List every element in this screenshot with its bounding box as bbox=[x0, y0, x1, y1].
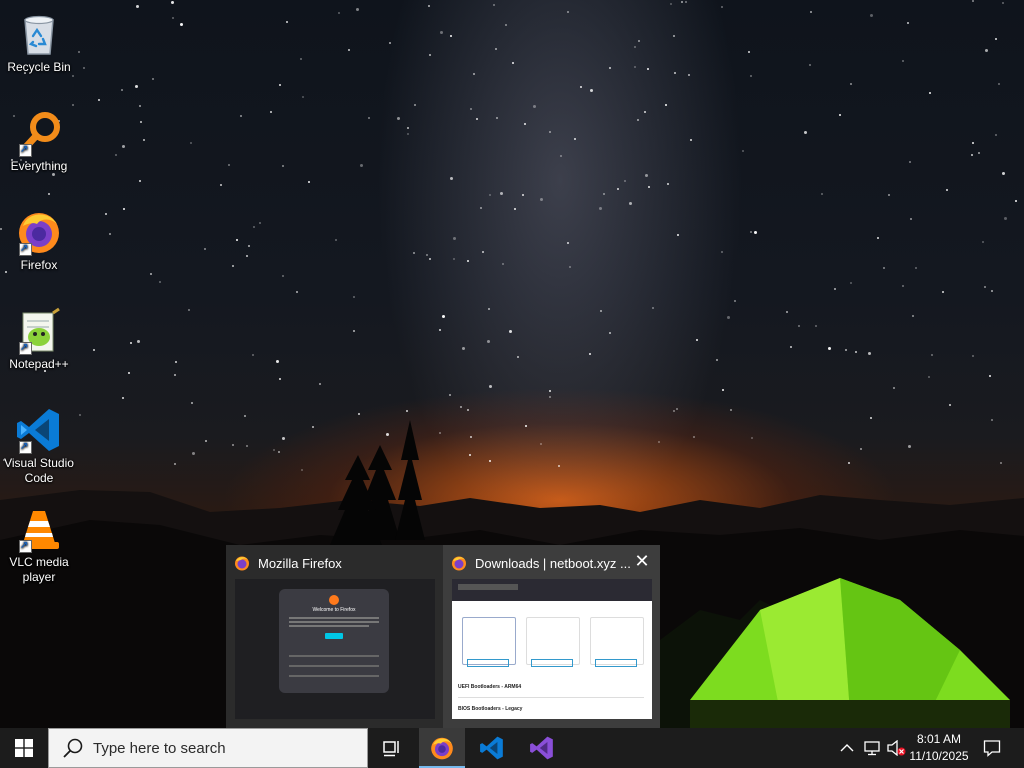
desktop-icon-label: Firefox bbox=[20, 258, 58, 272]
firefox-icon bbox=[431, 737, 453, 760]
desktop-icon-recycle-bin[interactable]: Recycle Bin bbox=[0, 4, 78, 75]
taskbar: Type here to search 8:01 AM 11/10/2025 bbox=[0, 728, 1024, 768]
windows-logo-icon bbox=[15, 739, 33, 757]
desktop-icon-firefox[interactable]: Firefox bbox=[0, 202, 78, 273]
firefox-icon bbox=[15, 208, 63, 256]
chevron-up-icon bbox=[840, 744, 854, 752]
taskbar-clock[interactable]: 8:01 AM 11/10/2025 bbox=[900, 731, 978, 765]
search-icon bbox=[63, 738, 83, 758]
thumbnail-firefox-window-2[interactable]: Downloads | netboot.xyz ... ✕ UEFI Bootl… bbox=[443, 545, 660, 728]
notifications-icon bbox=[983, 740, 1001, 757]
desktop-icon-label: Recycle Bin bbox=[7, 60, 71, 74]
thumbnail-image: Welcome to Firefox bbox=[235, 579, 435, 719]
everything-search-icon bbox=[15, 109, 63, 157]
notepad-plus-plus-icon bbox=[15, 307, 63, 355]
thumbnail-image: UEFI Bootloaders - ARM64 BIOS Bootloader… bbox=[452, 579, 652, 719]
thumbnail-title: Downloads | netboot.xyz ... bbox=[475, 555, 631, 571]
network-tray-button[interactable] bbox=[860, 728, 884, 768]
taskbar-vscode-button[interactable] bbox=[469, 728, 515, 768]
shortcut-arrow-icon bbox=[19, 439, 32, 454]
firefox-icon bbox=[452, 556, 466, 571]
clock-time: 8:01 AM bbox=[916, 732, 962, 746]
taskbar-visual-studio-button[interactable] bbox=[519, 728, 565, 768]
action-center-button[interactable] bbox=[978, 728, 1006, 768]
thumbnail-row: BIOS Bootloaders - Legacy bbox=[458, 706, 523, 712]
desktop-icon-label: Everything bbox=[10, 159, 68, 173]
desktop-icon-label: Visual Studio Code bbox=[4, 456, 74, 485]
desktop-icon-vscode[interactable]: Visual Studio Code bbox=[0, 400, 78, 486]
vscode-icon bbox=[15, 406, 63, 454]
search-placeholder: Type here to search bbox=[93, 739, 226, 757]
task-view-icon bbox=[383, 741, 399, 757]
show-hidden-icons-button[interactable] bbox=[836, 728, 858, 768]
taskbar-thumbnail-preview: Mozilla Firefox Welcome to Firefox Downl… bbox=[226, 545, 660, 728]
thumbnail-row: UEFI Bootloaders - ARM64 bbox=[458, 684, 522, 690]
thumbnail-firefox-window-1[interactable]: Mozilla Firefox Welcome to Firefox bbox=[226, 545, 443, 728]
vscode-icon bbox=[480, 736, 503, 760]
start-button[interactable] bbox=[0, 728, 48, 768]
shortcut-arrow-icon bbox=[19, 340, 32, 355]
desktop-icon-vlc[interactable]: VLC media player bbox=[0, 499, 78, 585]
vlc-icon bbox=[15, 505, 63, 553]
firefox-icon bbox=[235, 556, 249, 571]
shortcut-arrow-icon bbox=[19, 241, 32, 256]
taskbar-search-box[interactable]: Type here to search bbox=[48, 728, 368, 768]
shortcut-arrow-icon bbox=[19, 538, 32, 553]
desktop-icon-notepad-plus-plus[interactable]: Notepad++ bbox=[0, 301, 78, 372]
shortcut-arrow-icon bbox=[19, 142, 32, 157]
close-window-button[interactable]: ✕ bbox=[632, 551, 652, 571]
desktop-icon-everything[interactable]: Everything bbox=[0, 103, 78, 174]
network-icon bbox=[864, 741, 880, 756]
dialog-title: Welcome to Firefox bbox=[312, 607, 356, 613]
visual-studio-icon bbox=[530, 736, 553, 760]
taskbar-firefox-button[interactable] bbox=[419, 728, 465, 768]
clock-date: 11/10/2025 bbox=[909, 749, 969, 763]
task-view-button[interactable] bbox=[369, 728, 415, 768]
recycle-bin-icon bbox=[15, 10, 63, 58]
thumbnail-title: Mozilla Firefox bbox=[258, 555, 342, 571]
desktop-icon-label: Notepad++ bbox=[9, 357, 69, 371]
desktop-icon-label: VLC media player bbox=[9, 555, 69, 584]
